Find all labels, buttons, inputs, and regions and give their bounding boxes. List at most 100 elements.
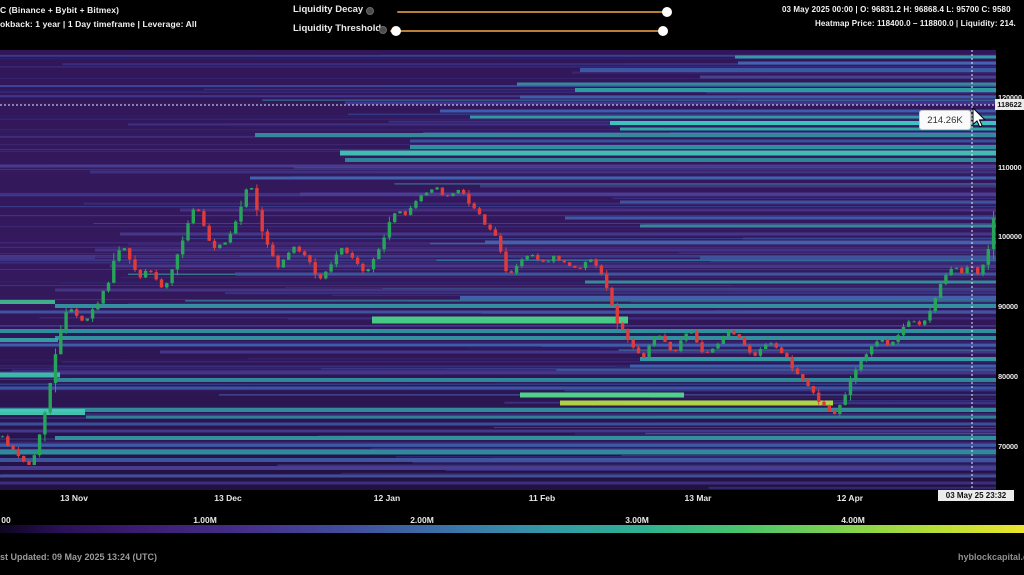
candlestick xyxy=(22,456,25,461)
candlestick xyxy=(351,253,354,258)
candlestick xyxy=(96,304,99,310)
liquidity-band xyxy=(55,289,996,292)
candlestick xyxy=(324,272,327,279)
candlestick xyxy=(579,268,582,269)
candlestick xyxy=(70,309,73,312)
candlestick xyxy=(255,188,258,210)
candlestick xyxy=(64,312,67,330)
candlestick xyxy=(769,343,772,344)
liquidity-band xyxy=(460,296,996,300)
candlestick xyxy=(186,223,189,240)
candlestick xyxy=(197,210,200,211)
candlestick xyxy=(451,193,454,196)
candlestick xyxy=(653,338,656,346)
candlestick xyxy=(467,194,470,204)
liquidity-band xyxy=(0,311,996,314)
candlestick xyxy=(404,211,407,215)
candlestick xyxy=(881,339,884,341)
candlestick xyxy=(430,189,433,192)
liquidity-band xyxy=(700,76,996,79)
candlestick xyxy=(822,402,825,406)
liquidity-band xyxy=(700,256,996,260)
liquidity-band xyxy=(640,357,996,361)
candlestick xyxy=(897,335,900,342)
candlestick xyxy=(669,342,672,350)
colorbar-tick-label: 00 xyxy=(1,515,10,525)
slider-handle[interactable] xyxy=(662,7,672,17)
liquidity-band xyxy=(0,408,996,412)
chart-area[interactable] xyxy=(0,50,996,490)
candlestick xyxy=(775,343,778,347)
candlestick xyxy=(658,336,661,338)
colorbar-tick-label: 3.00M xyxy=(625,515,649,525)
liquidity-band xyxy=(485,241,996,244)
candlestick xyxy=(563,260,566,262)
candlestick xyxy=(584,262,587,268)
liquidity-band xyxy=(575,88,996,92)
last-updated-text: st Updated: 09 May 2025 13:24 (UTC) xyxy=(0,552,157,562)
liquidity-band xyxy=(620,201,996,204)
candlestick xyxy=(409,208,412,215)
candlestick xyxy=(573,266,576,268)
candlestick xyxy=(817,393,820,402)
y-axis-label: 80000 xyxy=(998,372,1018,381)
liquidity-band xyxy=(630,365,996,368)
candlestick xyxy=(49,383,52,412)
candlestick xyxy=(706,352,709,353)
candlestick xyxy=(753,352,756,355)
liquidity-band xyxy=(372,317,628,324)
candlestick xyxy=(107,283,110,291)
candlestick xyxy=(478,208,481,214)
candlestick xyxy=(547,261,550,262)
candlestick xyxy=(950,269,953,275)
info-icon[interactable] xyxy=(379,26,387,34)
info-icon[interactable] xyxy=(366,7,374,15)
candlestick xyxy=(335,254,338,264)
x-axis-label: 12 Apr xyxy=(837,493,863,503)
colorbar-tick-label: 2.00M xyxy=(410,515,434,525)
candlestick xyxy=(414,201,417,208)
candlestick xyxy=(377,249,380,259)
candlestick xyxy=(367,269,370,271)
liquidity-band xyxy=(250,177,996,180)
liquidity-band xyxy=(0,444,996,447)
liquidity-band xyxy=(0,373,60,378)
liquidity-band xyxy=(520,393,684,398)
candlestick xyxy=(398,211,401,213)
candlestick xyxy=(420,195,423,201)
candlestick xyxy=(568,262,571,266)
candlestick xyxy=(292,247,295,253)
candlestick xyxy=(229,234,232,243)
liquidity-band xyxy=(340,151,996,156)
candlestick xyxy=(473,204,476,209)
slider-handle[interactable] xyxy=(658,26,668,36)
candlestick xyxy=(223,242,226,244)
liquidity-band xyxy=(560,401,833,406)
candlestick xyxy=(616,305,619,323)
candlestick xyxy=(764,345,767,349)
candlestick xyxy=(155,272,158,279)
liquidity-band xyxy=(0,423,996,426)
candlestick xyxy=(594,259,597,265)
liquidity-heatmap-canvas[interactable] xyxy=(0,50,996,490)
liquidity-decay-slider[interactable] xyxy=(397,11,667,13)
candlestick xyxy=(700,342,703,352)
y-axis-label: 110000 xyxy=(998,163,1021,172)
liquidity-band xyxy=(520,96,996,99)
liquidity-band xyxy=(255,133,996,137)
liquidity-threshold-slider[interactable] xyxy=(390,30,667,32)
candlestick xyxy=(356,258,359,264)
candlestick xyxy=(515,266,518,273)
liquidity-band xyxy=(0,372,996,375)
liquidity-band xyxy=(0,165,996,168)
candlestick xyxy=(716,344,719,349)
candlestick xyxy=(38,434,41,455)
candlestick xyxy=(685,334,688,341)
liquidity-band xyxy=(0,344,996,347)
slider-handle[interactable] xyxy=(391,26,401,36)
candlestick xyxy=(112,261,115,283)
liquidity-band xyxy=(235,273,996,276)
brand-link[interactable]: hyblockcapital.c xyxy=(958,552,1024,562)
candlestick xyxy=(520,259,523,266)
candlestick xyxy=(282,260,285,268)
